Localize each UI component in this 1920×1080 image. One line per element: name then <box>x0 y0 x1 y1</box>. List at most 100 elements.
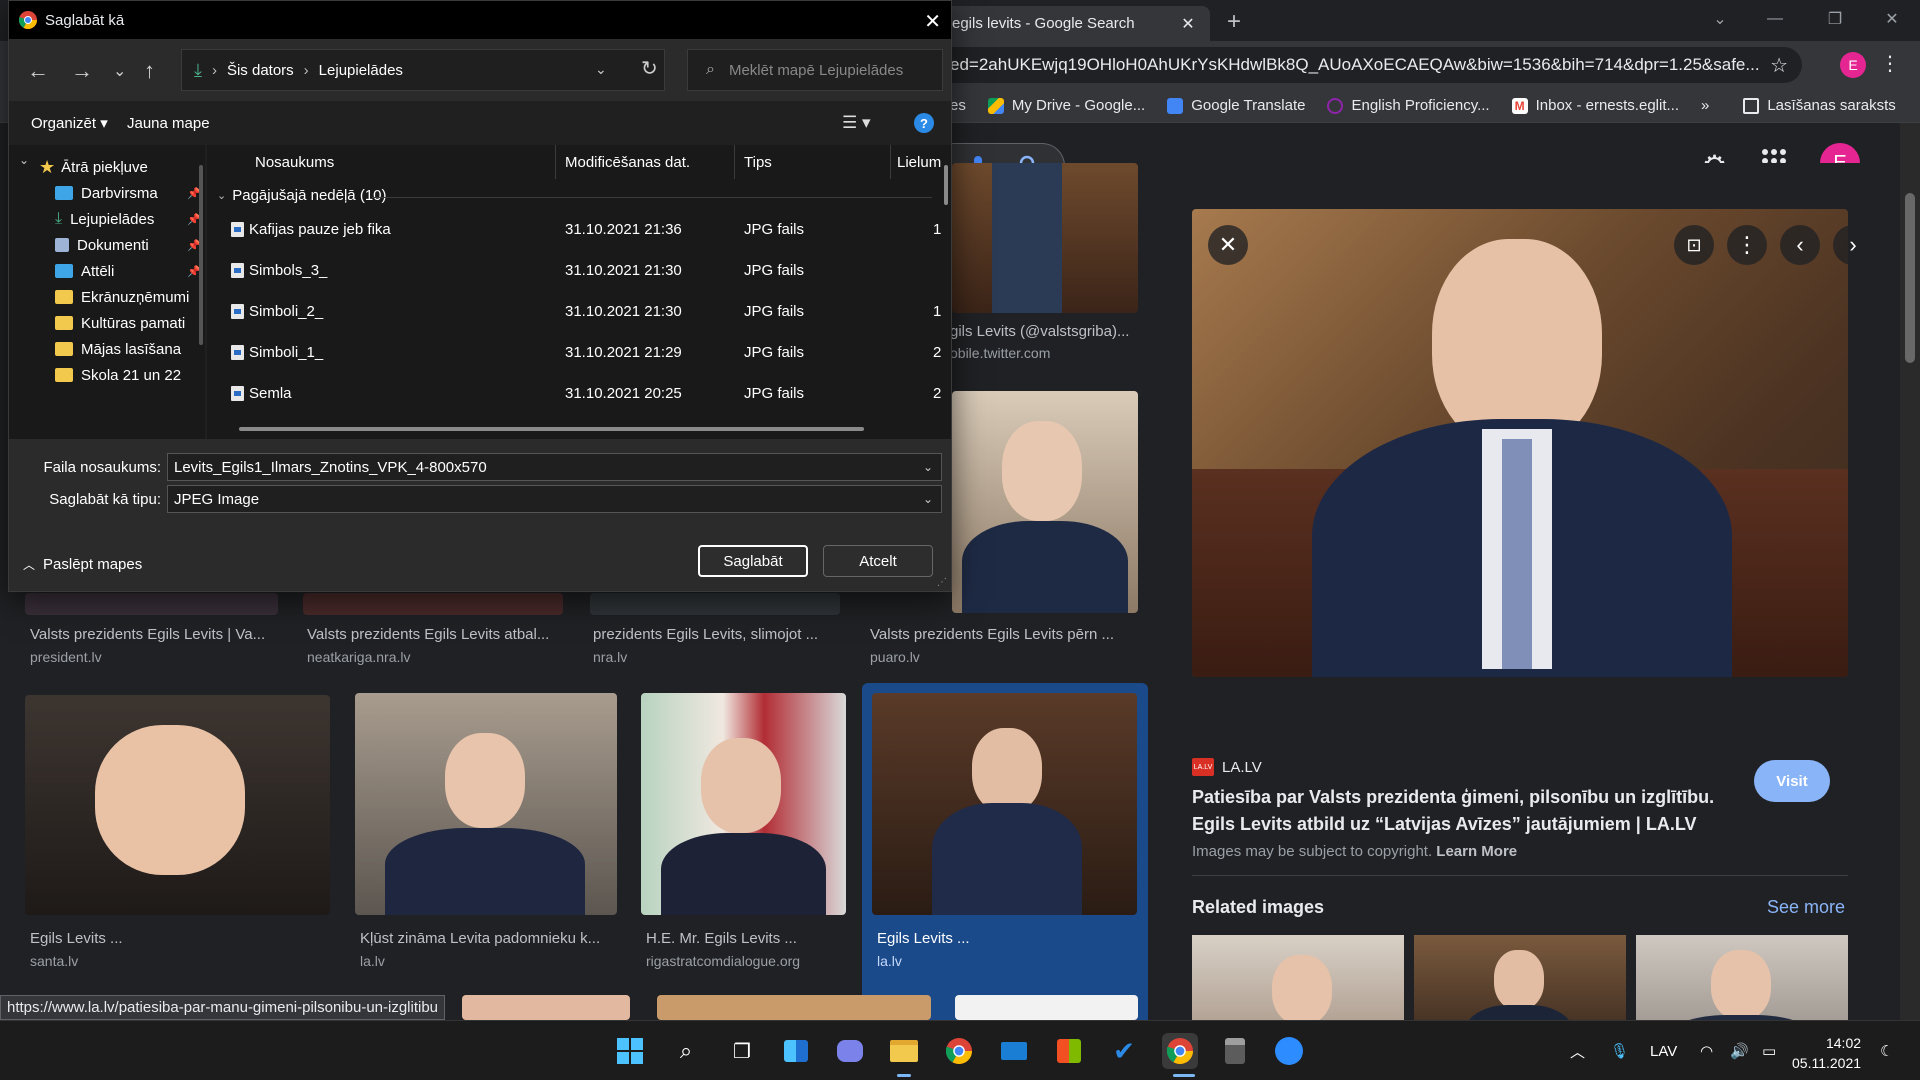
breadcrumb-this-pc[interactable]: Šis dators <box>227 62 294 79</box>
system-clock[interactable]: 14:02 05.11.2021 <box>1792 1033 1861 1073</box>
nav-item-folder[interactable]: Kultūras pamati <box>55 309 205 337</box>
dialog-close-icon[interactable]: ✕ <box>924 9 941 34</box>
nav-pane-scrollbar[interactable] <box>199 165 203 345</box>
breadcrumb-downloads[interactable]: Lejupielādes <box>319 62 403 79</box>
image-thumbnail[interactable] <box>303 593 563 615</box>
tab-close-icon[interactable]: ✕ <box>1178 14 1198 34</box>
bookmarks-more-button[interactable]: » <box>1701 97 1709 114</box>
refresh-icon[interactable]: ↻ <box>641 56 658 81</box>
dialog-titlebar[interactable]: Saglabāt kā ✕ <box>9 1 951 39</box>
preview-source[interactable]: LA.LV LA.LV <box>1192 758 1262 776</box>
column-header-name[interactable]: Nosaukums <box>255 145 334 179</box>
nav-item-documents[interactable]: Dokumenti 📌 <box>55 231 205 259</box>
page-scrollbar[interactable] <box>1900 123 1920 1020</box>
close-window-button[interactable]: ✕ <box>1862 0 1920 38</box>
filename-input[interactable]: Levits_Egils1_Ilmars_Znotins_VPK_4-800x5… <box>167 453 942 481</box>
column-header-size[interactable]: Lielum <box>897 145 941 179</box>
tab-google-search[interactable]: egils levits - Google Search ✕ <box>940 6 1210 41</box>
more-options-icon[interactable]: ⋮ <box>1727 225 1767 265</box>
related-image[interactable] <box>1192 935 1404 1020</box>
reading-list-button[interactable]: Lasīšanas saraksts <box>1743 97 1896 114</box>
file-row[interactable]: Simboli_1_ 31.10.2021 21:29 JPG fails 2 <box>207 332 951 372</box>
see-more-link[interactable]: See more <box>1767 897 1845 918</box>
image-thumbnail[interactable] <box>657 995 931 1020</box>
calculator-icon[interactable] <box>1217 1033 1253 1069</box>
help-icon[interactable]: ? <box>914 113 934 133</box>
input-language-indicator[interactable]: LAV <box>1650 1021 1677 1080</box>
chrome-menu-icon[interactable]: ⋮ <box>1880 51 1900 76</box>
nav-item-quick-access[interactable]: ★ Ātrā piekļuve <box>39 153 199 181</box>
image-thumbnail[interactable] <box>641 693 846 915</box>
filetype-select[interactable]: JPEG Image ⌄ <box>167 485 942 513</box>
task-view-icon[interactable]: ❐ <box>724 1033 760 1069</box>
vertical-scrollbar[interactable] <box>944 165 948 205</box>
expand-chevron-icon[interactable]: ⌄ <box>19 153 29 167</box>
show-hidden-icons-chevron[interactable]: ︿ <box>1570 1021 1585 1080</box>
bookmark-english-proficiency[interactable]: English Proficiency... <box>1327 97 1490 114</box>
column-divider[interactable] <box>890 145 891 179</box>
microphone-icon[interactable]: 🎙 <box>1610 1021 1629 1080</box>
zoom-icon[interactable] <box>1271 1033 1307 1069</box>
image-thumbnail[interactable] <box>462 995 630 1020</box>
nav-item-folder[interactable]: Mājas lasīšana <box>55 335 205 363</box>
lens-search-icon[interactable]: ⊡ <box>1674 225 1714 265</box>
scrollbar-thumb[interactable] <box>1905 193 1915 363</box>
image-thumbnail[interactable] <box>952 163 1138 313</box>
image-thumbnail[interactable] <box>955 995 1138 1020</box>
bookmark-google-translate[interactable]: Google Translate <box>1167 97 1305 114</box>
next-image-icon[interactable]: › <box>1833 225 1873 265</box>
column-divider[interactable] <box>734 145 735 179</box>
taskbar-search-icon[interactable]: ⌕ <box>668 1033 704 1069</box>
nav-item-downloads[interactable]: ⤓ Lejupielādes 📌 <box>55 205 205 233</box>
resize-grip-icon[interactable]: ⋰ <box>937 577 947 588</box>
battery-icon[interactable]: ▭ <box>1762 1021 1776 1080</box>
address-dropdown-chevron-icon[interactable]: ⌄ <box>595 61 607 78</box>
bookmark-my-drive[interactable]: My Drive - Google... <box>987 97 1145 114</box>
address-bar[interactable]: ed=2ahUKEwjq19OHloH0AhUKrYsKHdwlBk8Q_AUo… <box>930 47 1802 83</box>
chrome-profile-icon[interactable] <box>1162 1033 1198 1069</box>
hide-folders-toggle[interactable]: ︿ Paslēpt mapes <box>23 556 142 573</box>
file-row[interactable]: Simbols_3_ 31.10.2021 21:30 JPG fails <box>207 250 951 290</box>
bookmark-star-icon[interactable]: ☆ <box>1770 53 1788 78</box>
path-breadcrumb[interactable]: ⤓ › Šis dators › Lejupielādes <box>181 49 665 91</box>
horizontal-scrollbar[interactable] <box>239 427 864 431</box>
wifi-icon[interactable]: ◠ <box>1700 1021 1713 1080</box>
widgets-icon[interactable] <box>778 1033 814 1069</box>
bookmark-inbox[interactable]: M Inbox - ernests.eglit... <box>1511 97 1679 114</box>
nav-item-folder[interactable]: Skola 21 un 22 <box>55 361 205 389</box>
related-image[interactable] <box>1636 935 1848 1020</box>
close-preview-icon[interactable]: ✕ <box>1208 225 1248 265</box>
visit-button[interactable]: Visit <box>1754 760 1830 802</box>
file-explorer-icon[interactable] <box>886 1033 922 1069</box>
column-header-modified[interactable]: Modificēšanas dat. <box>565 145 690 179</box>
profile-avatar[interactable]: E <box>1840 52 1866 78</box>
start-windows-icon[interactable] <box>612 1033 648 1069</box>
image-thumbnail[interactable] <box>590 593 840 615</box>
related-image[interactable] <box>1414 935 1626 1020</box>
organize-menu-button[interactable]: Organizēt ▾ <box>31 114 108 132</box>
chevron-down-icon[interactable]: ⌄ <box>923 460 933 474</box>
teams-chat-icon[interactable] <box>832 1033 868 1069</box>
chevron-down-icon[interactable]: ⌄ <box>923 492 933 506</box>
image-thumbnail[interactable] <box>952 391 1138 613</box>
up-arrow-icon[interactable]: ↑ <box>144 58 155 84</box>
back-arrow-icon[interactable]: ← <box>27 58 49 84</box>
preview-image[interactable] <box>1192 209 1848 677</box>
new-folder-button[interactable]: Jauna mape <box>127 115 210 132</box>
column-header-type[interactable]: Tips <box>744 145 772 179</box>
file-row[interactable]: Semla 31.10.2021 20:25 JPG fails 2 <box>207 373 951 413</box>
file-row[interactable]: Kafijas pauze jeb fika 31.10.2021 21:36 … <box>207 209 951 249</box>
restore-button[interactable]: ❐ <box>1805 0 1865 38</box>
notification-moon-icon[interactable]: ☾ <box>1880 1021 1893 1080</box>
previous-image-icon[interactable]: ‹ <box>1780 225 1820 265</box>
image-thumbnail[interactable] <box>872 693 1137 915</box>
folder-search-input[interactable]: ⌕ Meklēt mapē Lejupielādes <box>687 49 943 91</box>
image-thumbnail[interactable] <box>25 593 278 615</box>
minimize-button[interactable]: — <box>1745 0 1805 38</box>
recent-locations-chevron-icon[interactable]: ⌄ <box>113 61 126 81</box>
view-options-icon[interactable]: ☰ ▾ <box>842 113 871 133</box>
image-thumbnail[interactable] <box>355 693 617 915</box>
chrome-icon[interactable] <box>941 1033 977 1069</box>
microsoft-store-icon[interactable] <box>1051 1033 1087 1069</box>
column-divider[interactable] <box>555 145 556 179</box>
